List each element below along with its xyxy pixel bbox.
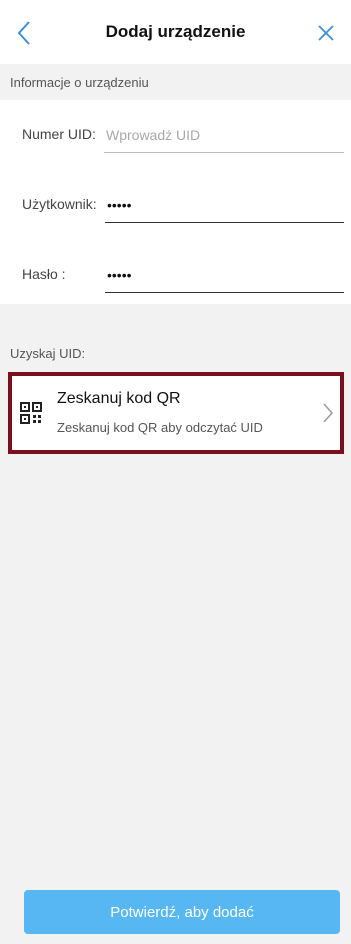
chevron-right-icon xyxy=(323,403,334,423)
uid-input[interactable] xyxy=(104,118,344,153)
scan-qr-subtitle: Zeskanuj kod QR aby odczytać UID xyxy=(57,420,263,435)
close-button[interactable] xyxy=(313,18,339,48)
device-info-form: Numer UID: Użytkownik: Hasło : xyxy=(0,100,351,304)
password-row: Hasło : xyxy=(0,254,351,294)
scan-qr-button[interactable]: Zeskanuj kod QR Zeskanuj kod QR aby odcz… xyxy=(8,372,344,454)
user-input[interactable] xyxy=(105,188,344,223)
user-label: Użytkownik: xyxy=(22,196,97,212)
scan-qr-title: Zeskanuj kod QR xyxy=(57,390,181,407)
uid-row: Numer UID: xyxy=(0,114,351,154)
device-info-section-label: Informacje o urządzeniu xyxy=(10,75,149,90)
password-label: Hasło : xyxy=(22,266,66,282)
confirm-add-button[interactable]: Potwierdź, aby dodać xyxy=(24,890,340,934)
page-title: Dodaj urządzenie xyxy=(105,22,246,41)
qr-code-icon xyxy=(20,402,42,424)
uid-label: Numer UID: xyxy=(22,126,96,142)
password-input[interactable] xyxy=(105,258,344,293)
get-uid-section-label: Uzyskaj UID: xyxy=(10,346,86,361)
close-icon xyxy=(318,25,334,41)
top-bar: Dodaj urządzenie xyxy=(0,0,351,64)
user-row: Użytkownik: xyxy=(0,184,351,224)
